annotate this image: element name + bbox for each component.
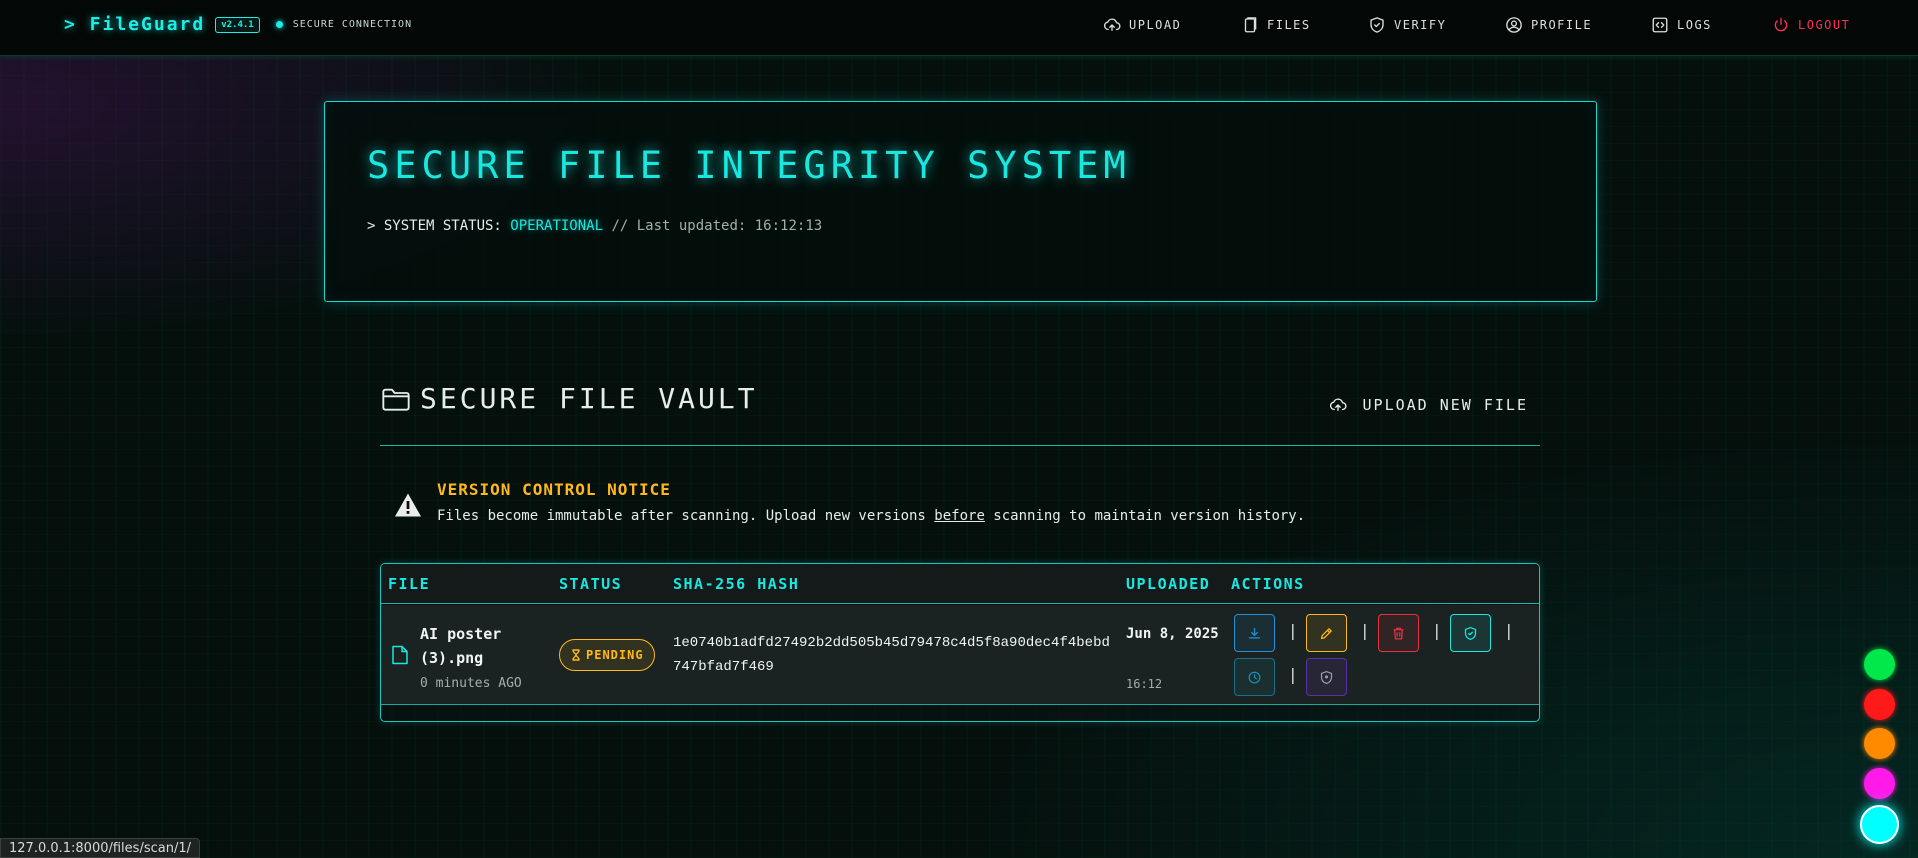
notice-text-emphasis: before [934, 508, 985, 524]
system-status-panel: SECURE FILE INTEGRITY SYSTEM > SYSTEM ST… [324, 101, 1597, 302]
user-circle-icon [1506, 17, 1522, 33]
nav-profile[interactable]: PROFILE [1505, 16, 1592, 34]
folder-icon [382, 388, 410, 411]
vault-title: SECURE FILE VAULT [380, 382, 758, 415]
last-updated: // Last updated: 16:12:13 [611, 218, 823, 234]
nav-logout-label: LOGOUT [1798, 18, 1851, 32]
browser-status-url: 127.0.0.1:8000/files/scan/1/ [0, 838, 200, 858]
delete-button[interactable] [1378, 614, 1419, 652]
top-navbar: > FileGuard v2.4.1 SECURE CONNECTION UPL… [0, 0, 1918, 56]
nav-verify[interactable]: VERIFY [1368, 16, 1446, 34]
file-age: 0 minutes AGO [420, 676, 522, 691]
nav-logs-label: LOGS [1677, 18, 1712, 32]
upload-new-file-label: UPLOAD NEW FILE [1362, 396, 1528, 414]
history-button[interactable] [1234, 658, 1275, 696]
col-actions: ACTIONS [1231, 575, 1305, 593]
page-title: SECURE FILE INTEGRITY SYSTEM [367, 144, 1131, 187]
table-row: AI poster (3).png 0 minutes AGO PENDING … [381, 605, 1539, 705]
file-name[interactable]: AI poster (3).png [420, 622, 540, 670]
trash-icon [1393, 627, 1404, 639]
download-icon [1248, 627, 1261, 638]
nav-upload-label: UPLOAD [1129, 18, 1182, 32]
file-icon [392, 645, 408, 665]
cloud-upload-icon [1329, 398, 1346, 411]
shield-icon [1320, 670, 1333, 684]
notice-text-before: Files become immutable after scanning. U… [437, 508, 935, 524]
scan-button[interactable] [1450, 614, 1491, 652]
code-icon [1652, 17, 1668, 33]
upload-date: Jun 8, 2025 [1126, 626, 1219, 642]
brand-name[interactable]: > FileGuard [64, 14, 205, 35]
clock-icon [1248, 671, 1261, 683]
nav-profile-label: PROFILE [1531, 18, 1593, 32]
hourglass-icon [572, 649, 580, 661]
vault-title-label: SECURE FILE VAULT [420, 382, 758, 415]
col-file: FILE [388, 575, 431, 593]
edit-button[interactable] [1306, 614, 1347, 652]
brand[interactable]: > FileGuard v2.4.1 SECURE CONNECTION [64, 14, 412, 35]
power-icon [1774, 17, 1788, 32]
shield-check-icon [1370, 17, 1384, 33]
col-uploaded: UPLOADED [1126, 575, 1211, 593]
vault-header: SECURE FILE VAULT UPLOAD NEW FILE [380, 382, 1540, 446]
action-separator: | [1288, 621, 1298, 640]
nav-verify-label: VERIFY [1394, 18, 1447, 32]
status-value: OPERATIONAL [510, 218, 604, 234]
theme-color-orange[interactable] [1864, 728, 1895, 759]
col-hash: SHA-256 HASH [673, 575, 800, 593]
file-hash: 1e0740b1adfd27492b2dd505b45d79478c4d5f8a… [673, 635, 1110, 675]
action-separator: | [1360, 621, 1370, 640]
cloud-upload-icon [1104, 18, 1121, 31]
theme-color-green[interactable] [1864, 649, 1895, 680]
nav-upload[interactable]: UPLOAD [1103, 16, 1181, 34]
action-separator: | [1432, 621, 1442, 640]
status-badge: PENDING [559, 639, 655, 671]
connection-label: SECURE CONNECTION [292, 19, 413, 30]
theme-color-red[interactable] [1864, 689, 1895, 720]
shield-check-icon [1464, 626, 1477, 640]
upload-time: 16:12 [1126, 677, 1163, 691]
nav-files-label: FILES [1267, 18, 1311, 32]
notice-text: Files become immutable after scanning. U… [437, 508, 1305, 524]
col-status: STATUS [559, 575, 623, 593]
files-table: FILE STATUS SHA-256 HASH UPLOADED ACTION… [380, 563, 1540, 722]
files-icon [1244, 17, 1257, 33]
download-button[interactable] [1234, 614, 1275, 652]
connection-dot-icon [275, 21, 283, 28]
nav-logout[interactable]: LOGOUT [1772, 16, 1850, 34]
table-header: FILE STATUS SHA-256 HASH UPLOADED ACTION… [381, 564, 1539, 604]
nav-files[interactable]: FILES [1241, 16, 1311, 34]
verify-button[interactable] [1306, 658, 1347, 696]
action-separator: | [1504, 621, 1514, 640]
theme-color-magenta[interactable] [1864, 768, 1895, 799]
action-separator: | [1288, 665, 1298, 684]
status-label: PENDING [586, 648, 644, 662]
nav-logs[interactable]: LOGS [1651, 16, 1712, 34]
system-status-line: > SYSTEM STATUS: OPERATIONAL // Last upd… [367, 218, 822, 234]
notice-title: VERSION CONTROL NOTICE [437, 480, 671, 499]
warning-icon [395, 493, 421, 517]
theme-color-cyan[interactable] [1860, 805, 1899, 844]
pencil-icon [1320, 627, 1332, 639]
notice-text-after: scanning to maintain version history. [984, 508, 1306, 524]
status-prefix: > SYSTEM STATUS: [367, 218, 502, 234]
version-badge: v2.4.1 [215, 16, 260, 33]
connection-status: SECURE CONNECTION [275, 19, 413, 30]
upload-new-file-button[interactable]: UPLOAD NEW FILE [1329, 396, 1528, 414]
